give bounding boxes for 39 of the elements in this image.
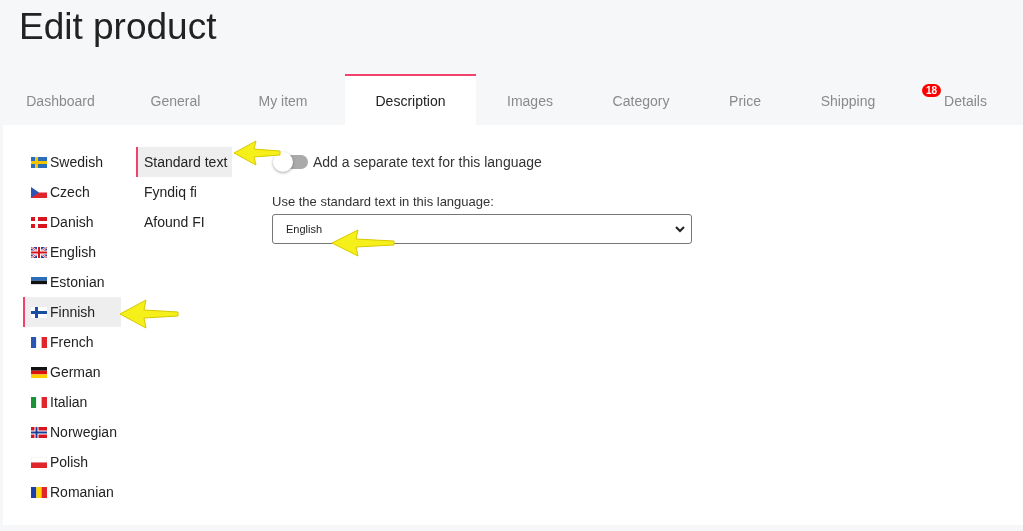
arrow-icon [118,298,180,330]
arrow-icon [232,139,282,167]
arrow-icon [330,228,396,258]
toggle-label: Add a separate text for this language [313,154,542,170]
language-item[interactable]: Estonian [23,267,121,297]
flag-icon [31,336,47,348]
language-item[interactable]: Swedish [23,147,121,177]
flag-icon [31,156,47,168]
chevron-down-icon [675,225,685,233]
flag-icon [31,306,47,318]
language-item[interactable]: Romanian [23,477,121,507]
flag-icon [31,186,47,198]
flag-icon [31,426,47,438]
language-item[interactable]: Danish [23,207,121,237]
language-item[interactable]: Norwegian [23,417,121,447]
flag-icon [31,396,47,408]
flag-icon [31,276,47,288]
language-item[interactable]: French [23,327,121,357]
text-source-item[interactable]: Afound FI [136,207,232,237]
language-select[interactable]: English [272,214,692,244]
language-item[interactable]: Czech [23,177,121,207]
flag-icon [31,216,47,228]
language-item[interactable]: Polish [23,447,121,477]
flag-icon [31,366,47,378]
count-badge: 18 [922,84,942,97]
page-title: Edit product [18,5,218,49]
tab[interactable]: Description [345,74,476,125]
flag-icon [31,486,47,498]
field-label: Use the standard text in this language: [272,194,495,209]
language-item[interactable]: Finnish [23,297,121,327]
language-item[interactable]: English [23,237,121,267]
flag-icon [31,456,47,468]
flag-icon [31,246,47,258]
text-source-item[interactable]: Fyndiq fi [136,177,232,207]
tab[interactable]: Details 18 [908,74,1023,125]
language-item[interactable]: German [23,357,121,387]
language-item[interactable]: Italian [23,387,121,417]
toggle-switch[interactable] [275,155,308,169]
text-source-item[interactable]: Standard text [136,147,232,177]
